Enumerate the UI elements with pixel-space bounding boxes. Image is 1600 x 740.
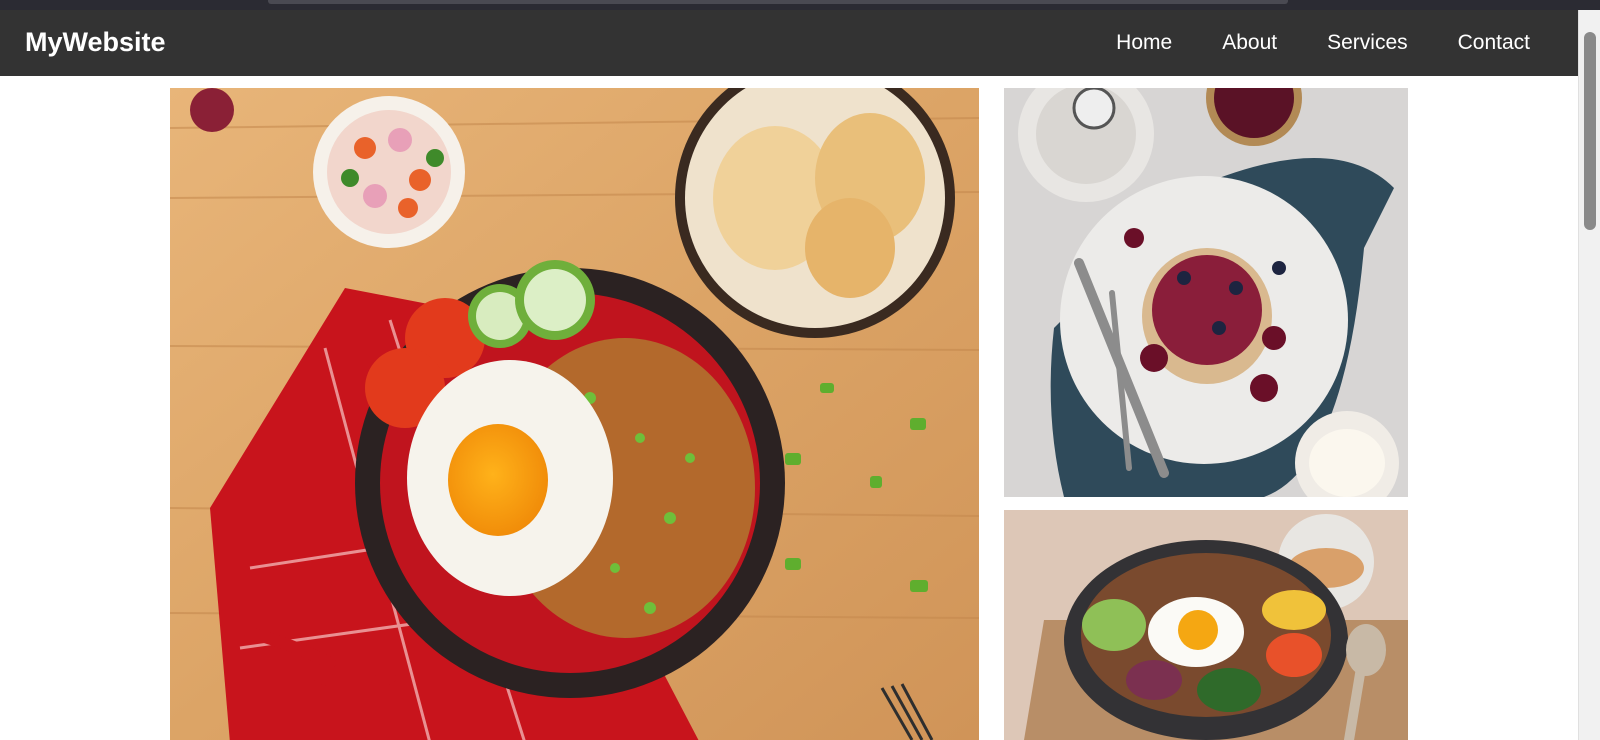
browser-top-strip bbox=[0, 0, 1600, 10]
gallery-image-bibimbap[interactable] bbox=[1004, 510, 1408, 740]
page-scrollbar[interactable] bbox=[1578, 10, 1600, 740]
nav-link-contact[interactable]: Contact bbox=[1458, 28, 1530, 58]
pancakes-illustration bbox=[1004, 88, 1408, 497]
browser-tab-strip bbox=[268, 0, 1288, 4]
nav-link-about[interactable]: About bbox=[1222, 28, 1277, 58]
fried-rice-illustration bbox=[170, 88, 979, 740]
nav-menu: Home About Services Contact bbox=[1066, 10, 1530, 76]
nav-link-home[interactable]: Home bbox=[1116, 28, 1172, 58]
site-logo-link[interactable]: MyWebsite bbox=[25, 24, 166, 60]
bibimbap-illustration bbox=[1004, 510, 1408, 740]
gallery-image-fried-rice[interactable] bbox=[170, 88, 979, 740]
nav-link-services[interactable]: Services bbox=[1327, 28, 1408, 58]
photo-gallery bbox=[0, 76, 1578, 740]
scrollbar-thumb[interactable] bbox=[1584, 32, 1596, 230]
gallery-image-pancakes[interactable] bbox=[1004, 88, 1408, 497]
navbar: MyWebsite Home About Services Contact bbox=[0, 10, 1578, 76]
